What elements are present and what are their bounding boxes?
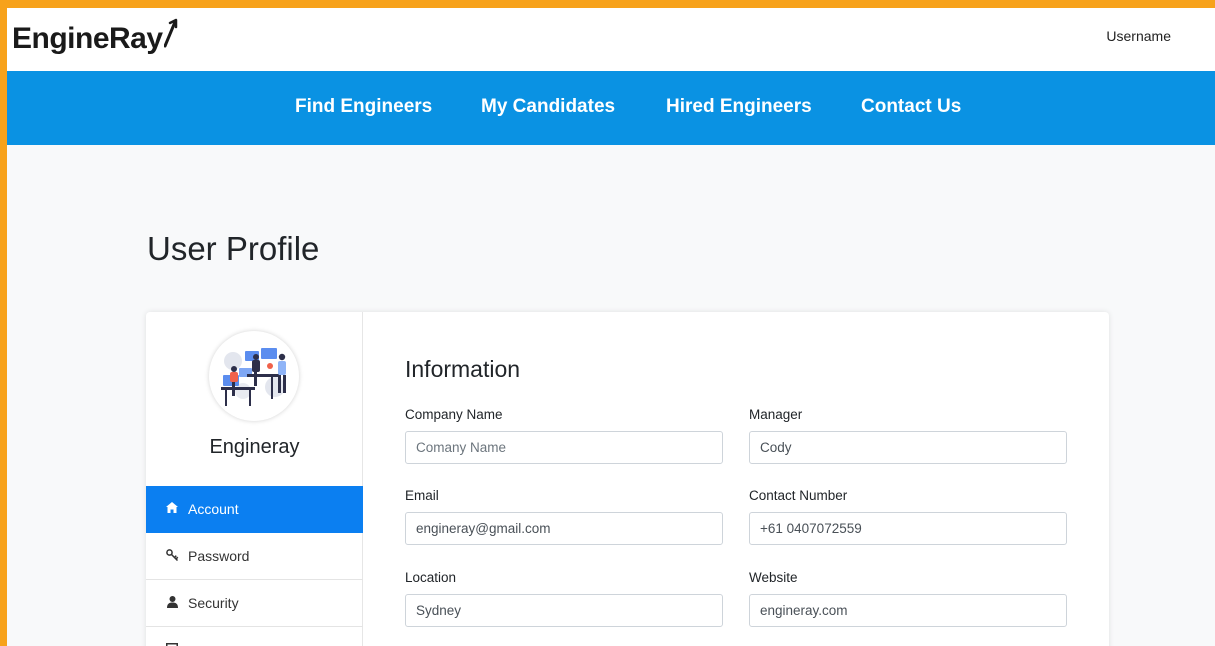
main-nav: Find Engineers My Candidates Hired Engin…: [7, 71, 1215, 145]
page-title: User Profile: [147, 230, 320, 267]
company-name-input[interactable]: [405, 431, 723, 464]
menu-item-password[interactable]: Password: [146, 533, 363, 580]
nav-hired-engineers[interactable]: Hired Engineers: [666, 96, 812, 118]
menu-item-account[interactable]: Account: [146, 486, 363, 533]
profile-sidebar: Engineray Account Password Security: [146, 312, 363, 646]
logo-text: EngineRay: [12, 22, 163, 55]
top-header: EngineRay Username: [7, 8, 1215, 71]
profile-form: Information Company Name Manager Email C…: [364, 312, 1109, 646]
team-illustration-icon: [210, 332, 298, 420]
nav-find-engineers[interactable]: Find Engineers: [295, 96, 432, 118]
company-avatar: [209, 331, 299, 421]
app-frame: EngineRay Username Find Engineers My Can…: [0, 0, 1215, 646]
user-icon: [166, 595, 178, 611]
email-label: Email: [405, 488, 439, 503]
home-icon: [166, 502, 178, 516]
location-input[interactable]: [405, 594, 723, 627]
menu-item-label: Password: [188, 548, 250, 564]
menu-item-label: Security: [188, 595, 239, 611]
website-label: Website: [749, 570, 798, 585]
menu-item-security[interactable]: Security: [146, 580, 363, 627]
arrow-icon: [163, 18, 178, 56]
profile-card: Engineray Account Password Security Info…: [146, 312, 1109, 646]
key-icon: [166, 548, 179, 564]
nav-contact-us[interactable]: Contact Us: [861, 96, 961, 118]
email-input[interactable]: [405, 512, 723, 545]
manager-input[interactable]: [749, 431, 1067, 464]
contact-number-label: Contact Number: [749, 488, 848, 503]
manager-label: Manager: [749, 407, 803, 422]
logo[interactable]: EngineRay: [12, 18, 178, 56]
location-label: Location: [405, 570, 457, 585]
square-icon: [166, 642, 178, 646]
menu-item-more[interactable]: [146, 627, 363, 646]
username-link[interactable]: Username: [1106, 28, 1171, 44]
nav-my-candidates[interactable]: My Candidates: [481, 96, 615, 118]
menu-item-label: Account: [188, 501, 239, 517]
contact-number-input[interactable]: [749, 512, 1067, 545]
website-input[interactable]: [749, 594, 1067, 627]
company-name-label: Company Name: [405, 407, 503, 422]
company-name-heading: Engineray: [209, 436, 300, 458]
profile-menu: Account Password Security: [146, 486, 363, 646]
section-title: Information: [405, 356, 521, 382]
